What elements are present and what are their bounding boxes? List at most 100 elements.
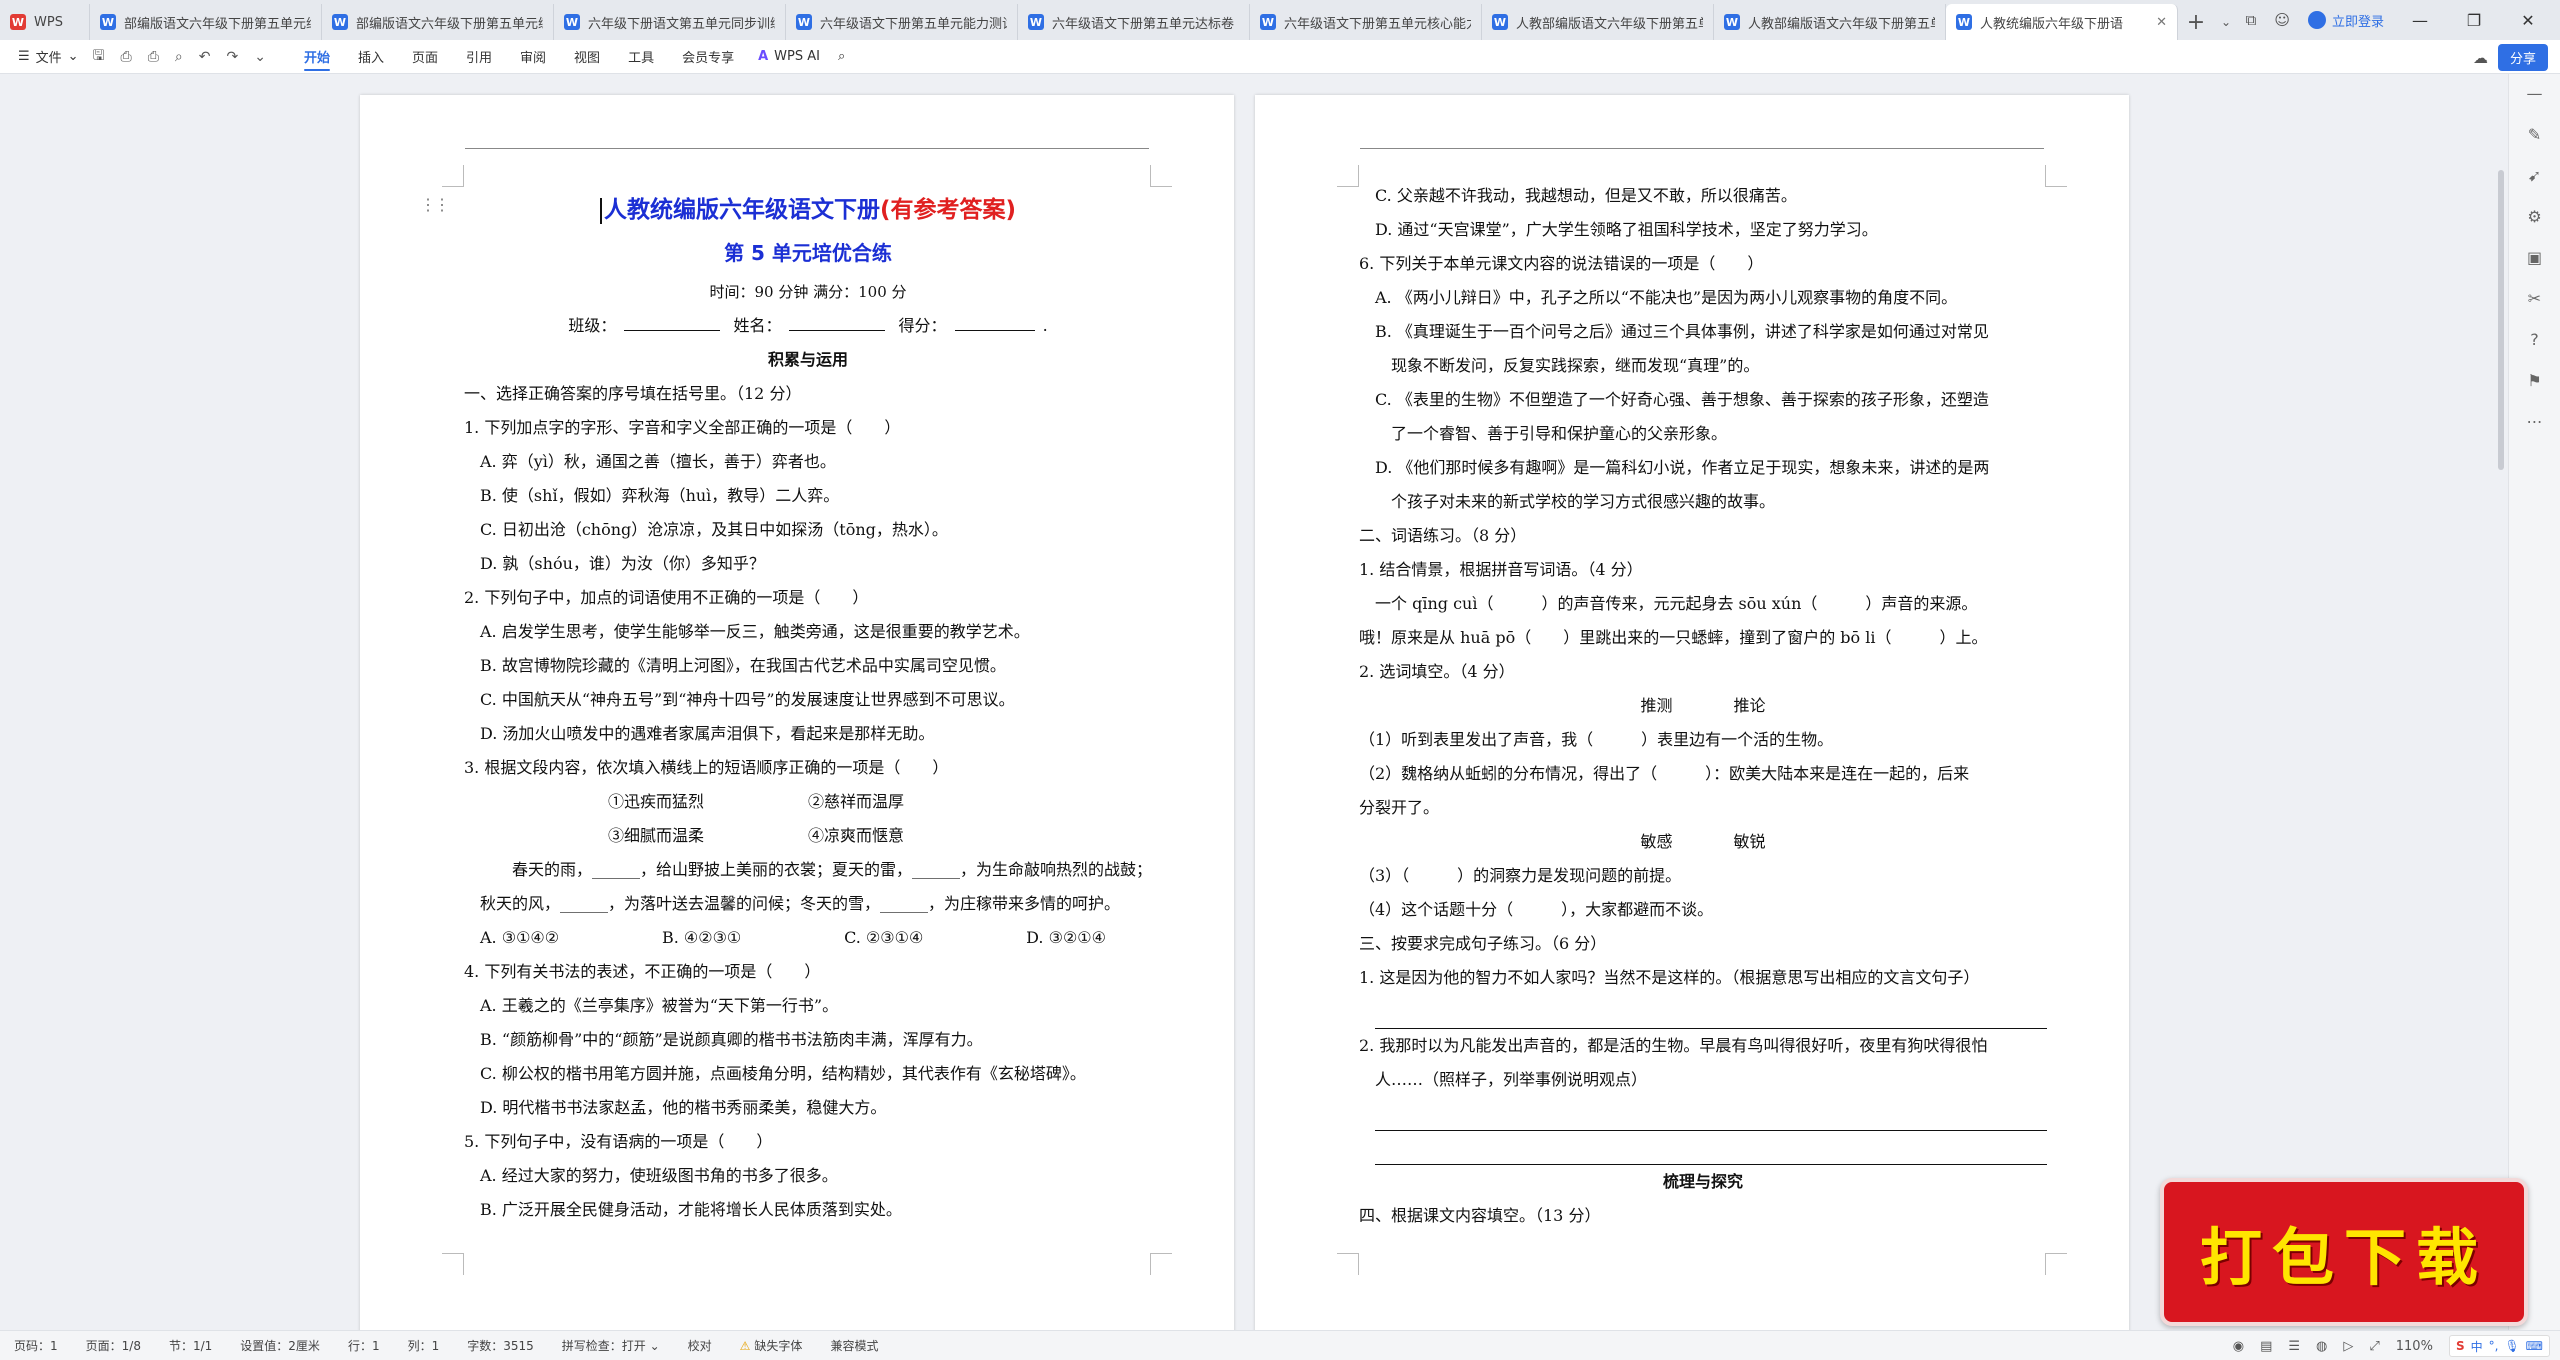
pinyin-fill-line: 哦！原来是从 huā pō（ ）里跳出来的一只蟋蟀，撞到了窗户的 bō li（ … xyxy=(1359,628,1988,647)
option-text: A. 《两小儿辩日》中，孔子之所以“不能决也”是因为两小儿观察事物的角度不同。 xyxy=(1375,288,1958,307)
wps-ai-button[interactable]: A WPS AI ⌕ xyxy=(748,49,845,64)
status-word-count[interactable]: 字数：3515 xyxy=(453,1337,548,1354)
restore-button[interactable]: ❐ xyxy=(2456,11,2492,30)
drag-handle-icon[interactable]: ⋮⋮ xyxy=(420,195,450,214)
print-icon[interactable]: ⎙ xyxy=(148,49,159,65)
add-tab-button[interactable]: + xyxy=(2178,4,2214,40)
tab-reference[interactable]: 引用 xyxy=(452,40,506,74)
status-proofread[interactable]: 校对 xyxy=(674,1337,726,1354)
print-preview-icon[interactable]: ⌕ xyxy=(175,49,183,65)
word-choice: 推论 xyxy=(1733,696,1766,715)
cloud-sync-icon[interactable]: ☁ xyxy=(2473,49,2488,67)
chevron-down-icon[interactable]: ⌄ xyxy=(254,49,266,65)
name-blank xyxy=(789,313,886,331)
option-text: C. 中国航天从“神舟五号”到“神舟十四号”的发展速度让世界感到不可思议。 xyxy=(480,690,1015,709)
minimize-button[interactable]: — xyxy=(2402,11,2438,30)
export-pdf-icon[interactable]: ⎙ xyxy=(121,49,132,65)
bookmark-icon[interactable]: ⚑ xyxy=(2527,371,2541,390)
edit-pen-icon[interactable]: ✎ xyxy=(2528,125,2541,144)
chevron-down-icon: ⌄ xyxy=(67,49,79,64)
option-text: D. 汤加火山喷发中的遇难者家属声泪俱下，看起来是那样无助。 xyxy=(480,724,935,743)
tab-tools[interactable]: 工具 xyxy=(614,40,668,74)
tab-start[interactable]: 开始 xyxy=(290,40,344,74)
tab-list-chevron-icon[interactable]: ⌄ xyxy=(2214,4,2238,40)
question-text: 6. 下列关于本单元课文内容的说法错误的一项是（ ） xyxy=(1359,254,1764,273)
tab-wps-home[interactable]: W WPS xyxy=(0,4,90,40)
redo-icon[interactable]: ↷ xyxy=(227,49,239,65)
document-tab[interactable]: W 人教部编版语文六年级下册第五单 xyxy=(1714,4,1946,40)
select-cursor-icon[interactable]: ➹ xyxy=(2528,166,2541,185)
web-view-icon[interactable]: ◍ xyxy=(2316,1339,2327,1354)
section-title: 积累与运用 xyxy=(767,350,848,369)
document-tab[interactable]: W 人教部编版语文六年级下册第五单 xyxy=(1482,4,1714,40)
document-tab[interactable]: W 六年级下册语文第五单元同步训练卷 xyxy=(554,4,786,40)
option-text: B. 使（shǐ，假如）弈秋海（huì，教导）二人弈。 xyxy=(480,486,840,505)
status-section[interactable]: 节：1/1 xyxy=(155,1337,226,1354)
status-pages[interactable]: 页面：1/8 xyxy=(72,1337,155,1354)
status-page-number[interactable]: 页码：1 xyxy=(0,1337,72,1354)
option-text: A. 弈（yì）秋，通国之善（擅长，善于）弈者也。 xyxy=(480,452,836,471)
ime-logo-icon: S xyxy=(2455,1339,2465,1353)
class-label: 班级： xyxy=(568,316,617,335)
adjust-icon[interactable]: ⚙ xyxy=(2527,207,2541,226)
undo-icon[interactable]: ↶ xyxy=(199,49,211,65)
answer-line[interactable] xyxy=(1375,995,2047,1029)
close-tab-icon[interactable]: ✕ xyxy=(2156,15,2167,30)
login-button[interactable]: 立即登录 xyxy=(2307,11,2384,30)
tab-label: 人教部编版语文六年级下册第五单 xyxy=(1516,16,1703,32)
crop-mark xyxy=(442,1253,464,1275)
option-text: B. 广泛开展全民健身活动，才能将增长人民体质落到实处。 xyxy=(480,1200,902,1219)
document-page-2[interactable]: C. 父亲越不许我动，我越想动，但是又不敢，所以很痛苦。 D. 通过“天宫课堂”… xyxy=(1255,95,2129,1330)
word-choice-pair: 敏感 敏锐 xyxy=(1359,825,2047,859)
tab-review[interactable]: 审阅 xyxy=(506,40,560,74)
document-tab[interactable]: W 部编版语文六年级下册第五单元练 xyxy=(322,4,554,40)
answer-line[interactable] xyxy=(1375,1131,2047,1165)
close-window-button[interactable]: ✕ xyxy=(2510,11,2546,30)
status-setting[interactable]: 设置值：2厘米 xyxy=(226,1337,334,1354)
word-doc-icon: W xyxy=(1956,14,1972,30)
ime-toolbar[interactable]: S 中 °, 🎙 ⌨ xyxy=(2448,1335,2550,1357)
status-spellcheck[interactable]: 拼写检查：打开 ⌄ xyxy=(548,1337,674,1354)
document-page-1[interactable]: ⋮⋮ 人教统编版六年级语文下册(有参考答案) 第 5 单元培优合练 时间：90 … xyxy=(360,95,1234,1330)
document-tab[interactable]: W 六年级语文下册第五单元能力测试卷（有 xyxy=(786,4,1018,40)
more-icon[interactable]: ⋯ xyxy=(2527,412,2543,431)
document-tab-active[interactable]: W 人教统编版六年级下册语 ✕ xyxy=(1946,4,2178,40)
skin-icon[interactable]: ☺ xyxy=(2274,11,2290,29)
vertical-scrollbar[interactable] xyxy=(2498,170,2504,470)
outline-view-icon[interactable]: ☰ xyxy=(2288,1339,2300,1354)
phrase-choice: ③细腻而温柔 xyxy=(608,826,705,845)
tab-page[interactable]: 页面 xyxy=(398,40,452,74)
tab-view[interactable]: 视图 xyxy=(560,40,614,74)
document-workspace[interactable]: ⋮⋮ 人教统编版六年级语文下册(有参考答案) 第 5 单元培优合练 时间：90 … xyxy=(0,75,2560,1330)
keyboard-icon: ⌨ xyxy=(2525,1339,2543,1353)
zoom-level[interactable]: 110% xyxy=(2396,1339,2433,1354)
question-text: 1. 这是因为他的智力不如人家吗？当然不是这样的。（根据意思写出相应的文言文句子… xyxy=(1359,968,1980,987)
file-menu[interactable]: ☰ 文件 ⌄ xyxy=(0,47,93,66)
word-choice: 敏感 xyxy=(1640,832,1673,851)
section-title: 梳理与探究 xyxy=(1662,1172,1743,1191)
image-tool-icon[interactable]: ▣ xyxy=(2527,248,2542,267)
window-layout-icon[interactable]: ⧉ xyxy=(2246,11,2257,29)
document-tab[interactable]: W 六年级语文下册第五单元达标卷（有 xyxy=(1018,4,1250,40)
question-heading: 一、选择正确答案的序号填在括号里。（12 分） xyxy=(464,384,802,403)
search-icon[interactable]: ⌕ xyxy=(838,49,845,64)
share-button[interactable]: 分享 xyxy=(2497,44,2548,71)
tab-insert[interactable]: 插入 xyxy=(344,40,398,74)
document-tab[interactable]: W 部编版语文六年级下册第五单元综合 xyxy=(90,4,322,40)
read-mode-icon[interactable]: ▷ xyxy=(2343,1339,2353,1354)
page-view-icon[interactable]: ▤ xyxy=(2260,1339,2272,1354)
tab-member[interactable]: 会员专享 xyxy=(668,40,748,74)
document-tab[interactable]: W 六年级语文下册第五单元核心能力达 xyxy=(1250,4,1482,40)
question-text: 2. 下列句子中，加点的词语使用不正确的一项是（ ） xyxy=(464,588,869,607)
status-missing-font[interactable]: 缺失字体 xyxy=(726,1337,817,1354)
save-icon[interactable]: 🖫 xyxy=(93,45,105,69)
collapse-icon[interactable]: — xyxy=(2527,84,2543,103)
zoom-fit-icon[interactable]: ⤢ xyxy=(2369,1339,2379,1354)
eye-protection-icon[interactable]: ◉ xyxy=(2233,1339,2244,1354)
option-text: C. ②③①④ xyxy=(844,928,924,947)
download-banner[interactable]: 打包下载 xyxy=(2160,1178,2528,1326)
help-icon[interactable]: ? xyxy=(2530,330,2539,349)
tools-icon[interactable]: ✂ xyxy=(2528,289,2541,308)
answer-line[interactable] xyxy=(1375,1097,2047,1131)
question-text: 3. 根据文段内容，依次填入横线上的短语顺序正确的一项是（ ） xyxy=(464,758,949,777)
